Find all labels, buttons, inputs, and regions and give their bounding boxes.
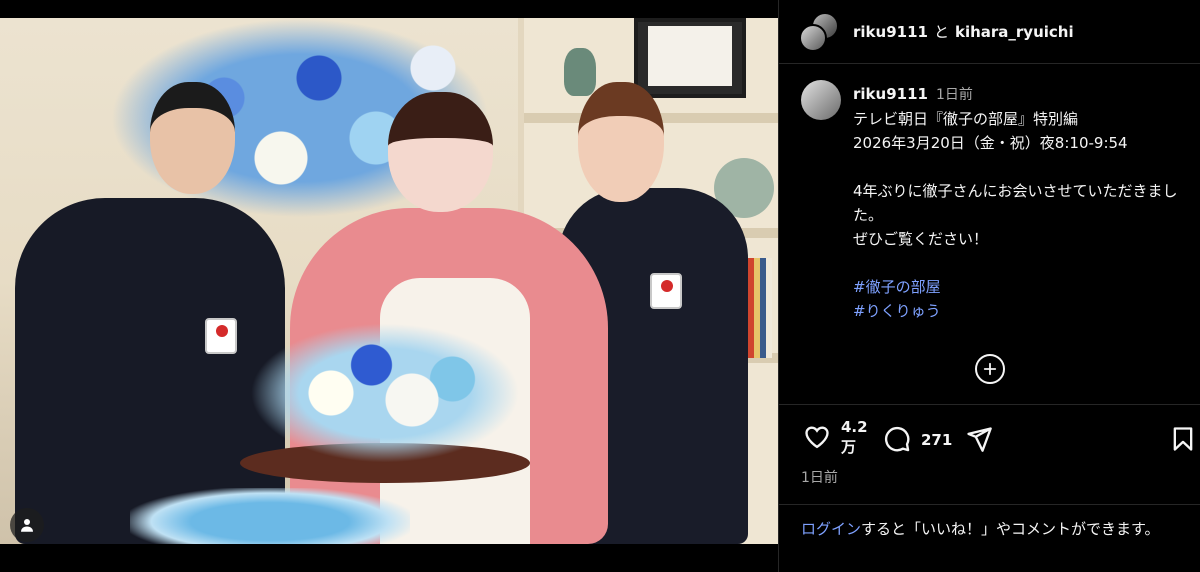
team-emblem [205, 318, 237, 354]
collab-names: riku9111 と kihara_ryuichi [853, 21, 1074, 42]
collab-avatars[interactable] [799, 11, 839, 52]
woman-head [578, 82, 664, 202]
plus-circle-icon [983, 362, 997, 376]
man-head [150, 82, 235, 194]
comment-bubble-icon [885, 426, 910, 452]
login-prompt-text: すると「いいね！」やコメントができます。 [861, 520, 1160, 538]
post-time[interactable]: 1日前 [801, 467, 838, 487]
foreground-flowers [130, 488, 410, 544]
caption-line: ぜひご覧ください！ [853, 230, 989, 248]
host-head [388, 92, 493, 212]
action-bar: 4.2 万 271 1日前 [779, 404, 1200, 504]
hashtag-link[interactable]: #りくりゅう [853, 299, 1184, 323]
header-joiner: と [933, 23, 949, 41]
hashtag-link[interactable]: #徹子の部屋 [853, 275, 1184, 299]
heart-icon [805, 426, 829, 449]
caption-username[interactable]: riku9111 [853, 85, 928, 103]
avatar [799, 23, 827, 52]
header-username-2[interactable]: kihara_ryuichi [955, 23, 1074, 41]
person-icon [21, 519, 33, 532]
vase [564, 48, 596, 96]
caption-body: riku9111 1日前 テレビ朝日『徹子の部屋』特別編 2026年3月20日（金… [853, 82, 1184, 323]
save-button[interactable] [1169, 425, 1197, 453]
post-side-panel: riku9111 と kihara_ryuichi riku9111 1日前 テレビ朝… [778, 0, 1200, 572]
post-photo[interactable] [0, 18, 778, 544]
team-emblem [650, 273, 682, 309]
certificate-frame [634, 18, 746, 98]
certificate-paper [648, 26, 732, 86]
tagged-users-button[interactable] [10, 508, 44, 542]
photo-bottom-bar [0, 544, 778, 572]
comment-button[interactable] [883, 425, 911, 453]
load-more-comments-button[interactable] [975, 354, 1005, 384]
comment-count[interactable]: 271 [921, 431, 952, 449]
caption-line: 4年ぶりに徹子さんにお会いさせていただきました。 [853, 182, 1178, 224]
like-count-number: 4.2 [841, 418, 868, 436]
paper-plane-icon [967, 427, 992, 452]
photo-top-bar [0, 0, 778, 18]
caption-time[interactable]: 1日前 [936, 87, 973, 103]
login-prompt: ログインすると「いいね！」やコメントができます。 [779, 504, 1200, 572]
login-link[interactable]: ログイン [801, 520, 861, 538]
like-count[interactable]: 4.2 万 [841, 417, 868, 457]
like-count-unit: 万 [841, 438, 857, 456]
share-button[interactable] [965, 425, 993, 453]
caption-line: テレビ朝日『徹子の部屋』特別編 [853, 110, 1079, 128]
bookmark-icon [1173, 427, 1193, 451]
header-username-1[interactable]: riku9111 [853, 23, 928, 41]
avatar[interactable] [801, 80, 841, 120]
post-header: riku9111 と kihara_ryuichi [779, 0, 1200, 64]
table-bouquet [250, 323, 520, 463]
like-button[interactable] [803, 423, 831, 451]
caption-line: 2026年3月20日（金・祝）夜8:10-9:54 [853, 134, 1128, 152]
